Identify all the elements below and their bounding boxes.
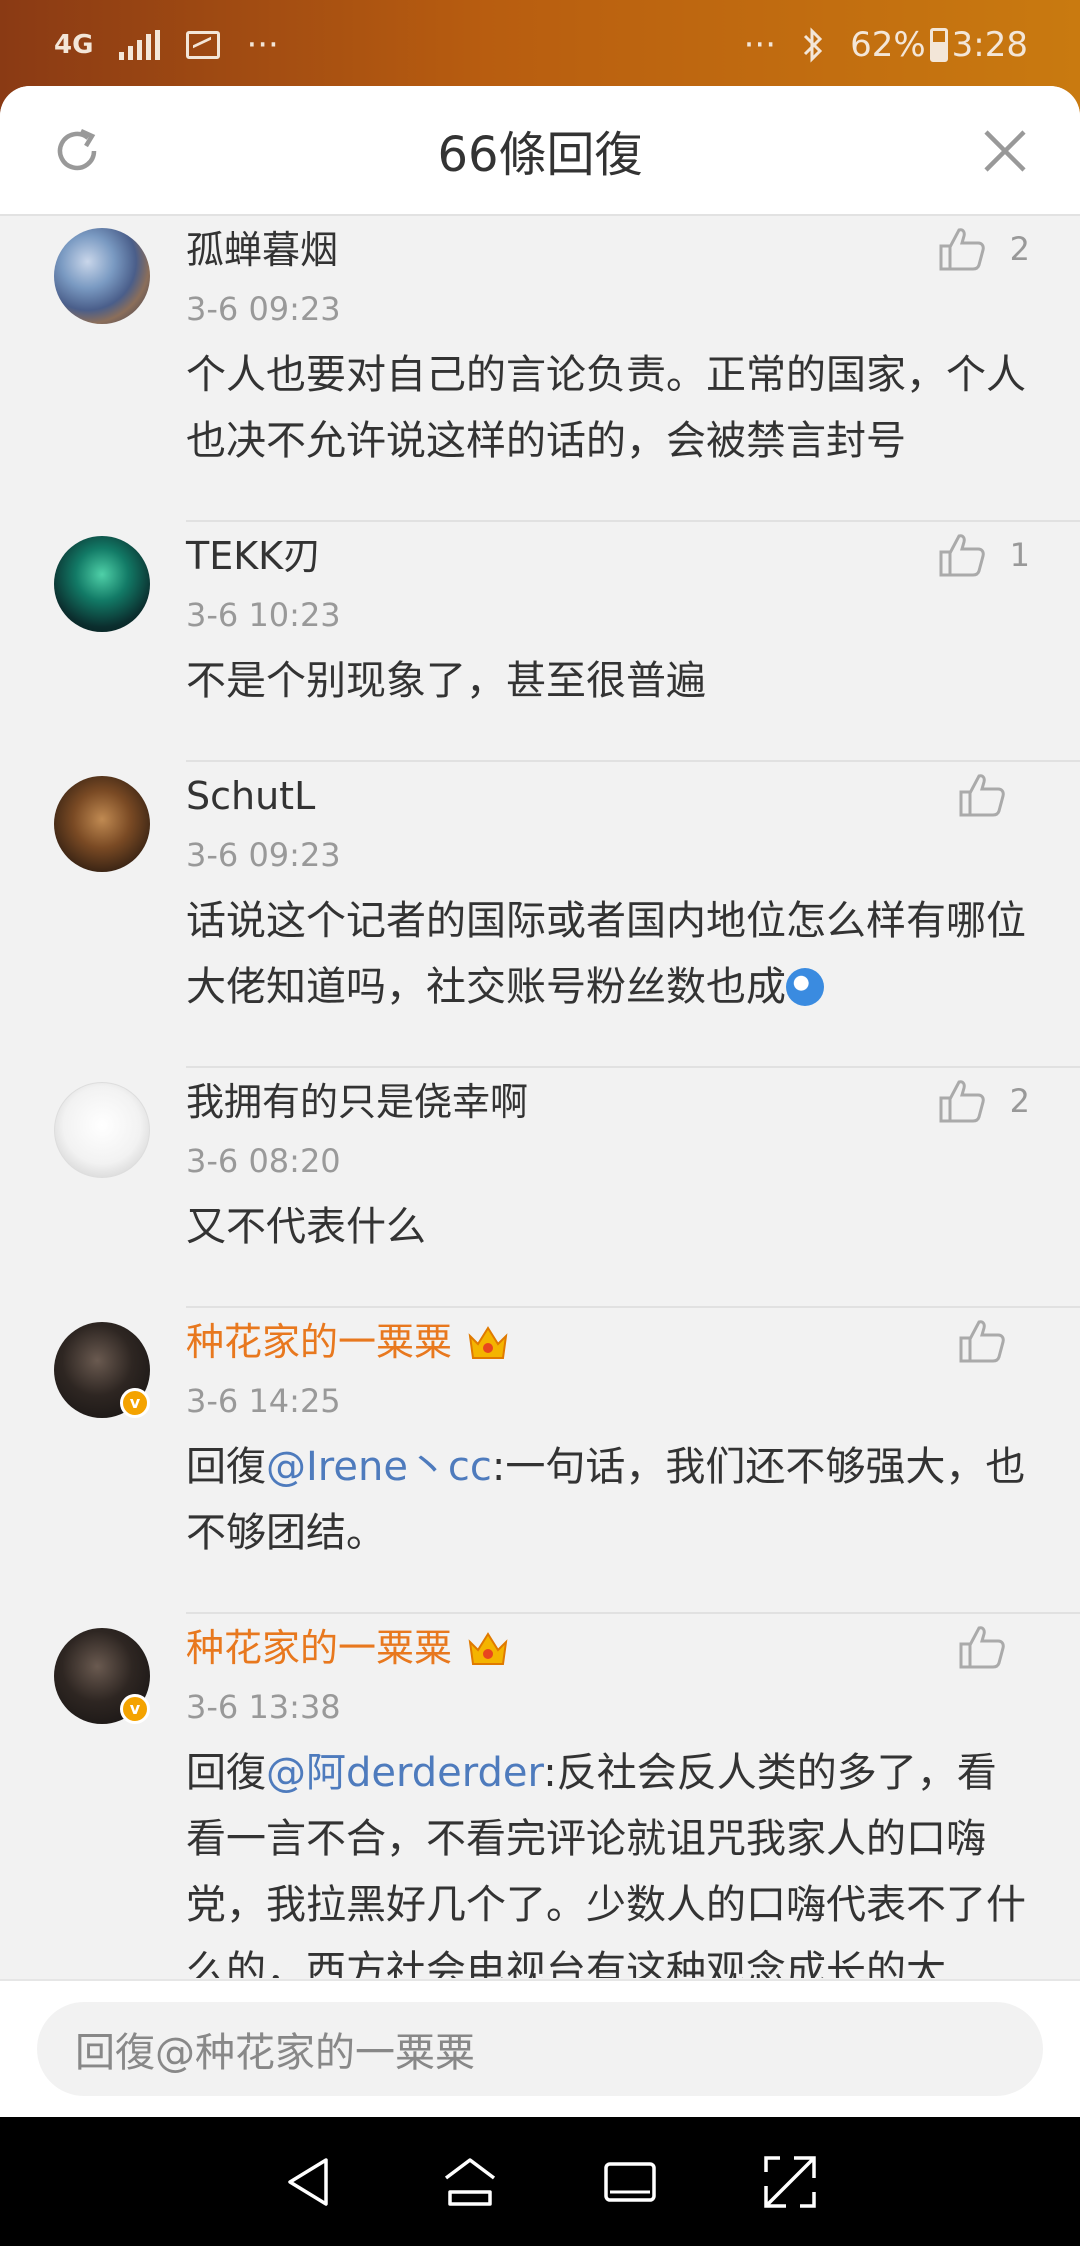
comment-text: 又不代表什么: [186, 1204, 426, 1250]
avatar[interactable]: [54, 228, 150, 324]
thumbs-up-icon: [939, 228, 985, 271]
close-icon[interactable]: [980, 126, 1030, 176]
status-right: ··· 62% 3:28: [744, 25, 1028, 65]
comment-author[interactable]: TEKK刃: [186, 526, 1030, 586]
clock: 3:28: [951, 25, 1028, 65]
comment-item: v 种花家的一粟粟 3-6 13:38 回復@阿derderder:反社会反人类…: [0, 1614, 1080, 1978]
like-button[interactable]: 2: [938, 1078, 1030, 1124]
comment-time: 3-6 09:23: [186, 290, 341, 328]
avatar[interactable]: [54, 1082, 150, 1178]
crown-badge-icon: [468, 1326, 508, 1359]
comment-text: 回復@阿derderder:反社会反人类的多了，看看一言不合，不看完评论就诅咒我…: [186, 1736, 1030, 1978]
reply-prefix: 回復: [186, 1750, 266, 1796]
like-count: 2: [1009, 230, 1030, 268]
more-notifications-icon: ···: [246, 25, 279, 65]
comment-text: 回復@Irene丶cc:一句话，我们还不够强大，也不够团结。: [186, 1430, 1030, 1586]
comment-item: v 种花家的一粟粟 3-6 14:25 回復@Irene丶cc:一句话，我们还不…: [0, 1308, 1080, 1614]
like-button[interactable]: [958, 772, 1030, 818]
comment-author[interactable]: 我拥有的只是侥幸啊: [186, 1072, 1030, 1132]
comment-time: 3-6 14:25: [186, 1382, 341, 1420]
comment-time: 3-6 10:23: [186, 596, 341, 634]
bluetooth-icon: [804, 27, 823, 63]
verified-badge: v: [120, 1694, 150, 1724]
thumbs-up-icon: [939, 534, 985, 577]
like-button[interactable]: 2: [938, 226, 1030, 272]
comment-item: 孤蝉暮烟 3-6 09:23 个人也要对自己的言论负责。正常的国家，个人也决不允…: [0, 216, 1080, 522]
signal-icon: [119, 30, 161, 60]
comment-text: 不是个别现象了，甚至很普遍: [186, 658, 706, 704]
replies-sheet: 66條回復 孤蝉暮烟 3-6 09:23 个人也要对自己的言论负责。正常的国家，…: [0, 86, 1080, 2117]
comment-item: TEKK刃 3-6 10:23 不是个别现象了，甚至很普遍 1: [0, 522, 1080, 762]
sheet-title: 66條回復: [437, 127, 643, 183]
comment-author[interactable]: 种花家的一粟粟: [186, 1312, 1030, 1372]
comment-text-body: 话说这个记者的国际或者国内地位怎么样有哪位大佬知道吗，社交账号粉丝数也成: [186, 898, 1026, 1010]
status-left: 4G ···: [54, 25, 279, 65]
system-nav-bar: [0, 2117, 1080, 2246]
back-icon[interactable]: [280, 2152, 340, 2212]
status-bar: 4G ··· ··· 62% 3:28: [0, 0, 1080, 90]
thumbs-up-icon: [959, 1626, 1005, 1669]
comment-time: 3-6 08:20: [186, 1142, 341, 1180]
like-button[interactable]: [958, 1624, 1030, 1670]
comment-list[interactable]: 孤蝉暮烟 3-6 09:23 个人也要对自己的言论负责。正常的国家，个人也决不允…: [0, 216, 1080, 1978]
thumbs-up-icon: [939, 1080, 985, 1123]
crown-badge-icon: [468, 1632, 508, 1665]
battery-percent: 62%: [850, 25, 926, 65]
comment-item: SchutL 3-6 09:23 话说这个记者的国际或者国内地位怎么样有哪位大佬…: [0, 762, 1080, 1068]
sheet-header: 66條回復: [0, 86, 1080, 216]
mention-link[interactable]: @Irene丶cc: [266, 1444, 492, 1490]
comment-author[interactable]: 孤蝉暮烟: [186, 220, 1030, 280]
reply-bar: 回復@种花家的一粟粟: [0, 1979, 1080, 2117]
home-icon[interactable]: [440, 2152, 500, 2212]
expand-screen-icon[interactable]: [760, 2152, 820, 2212]
reply-prefix: 回復: [186, 1444, 266, 1490]
like-button[interactable]: 1: [938, 532, 1030, 578]
comment-text: 话说这个记者的国际或者国内地位怎么样有哪位大佬知道吗，社交账号粉丝数也成: [186, 884, 1030, 1040]
like-count: 2: [1009, 1082, 1030, 1120]
thumbs-up-icon: [959, 1320, 1005, 1363]
thumbs-up-icon: [959, 774, 1005, 817]
like-count: 1: [1009, 536, 1030, 574]
comment-time: 3-6 13:38: [186, 1688, 341, 1726]
mention-link[interactable]: @阿derderder: [266, 1750, 543, 1796]
comment-text: 个人也要对自己的言论负责。正常的国家，个人也决不允许说这样的话的，会被禁言封号: [186, 352, 1026, 464]
comment-time: 3-6 09:23: [186, 836, 341, 874]
comment-author[interactable]: 种花家的一粟粟: [186, 1618, 1030, 1678]
refresh-icon[interactable]: [50, 124, 104, 178]
more-status-icon: ···: [743, 25, 777, 65]
avatar[interactable]: [54, 536, 150, 632]
recent-apps-icon[interactable]: [600, 2152, 660, 2212]
comment-author[interactable]: SchutL: [186, 766, 1030, 826]
comment-item: 我拥有的只是侥幸啊 3-6 08:20 又不代表什么 2: [0, 1068, 1080, 1308]
author-name: 种花家的一粟粟: [186, 1320, 453, 1364]
like-button[interactable]: [958, 1318, 1030, 1364]
emoji-face-icon: [786, 968, 824, 1006]
verified-badge: v: [120, 1388, 150, 1418]
network-indicator: 4G: [54, 30, 94, 60]
author-name: 种花家的一粟粟: [186, 1626, 453, 1670]
reply-input[interactable]: 回復@种花家的一粟粟: [37, 2002, 1043, 2096]
battery-icon: [929, 28, 948, 62]
gallery-notification-icon: [186, 31, 221, 59]
avatar[interactable]: [54, 776, 150, 872]
